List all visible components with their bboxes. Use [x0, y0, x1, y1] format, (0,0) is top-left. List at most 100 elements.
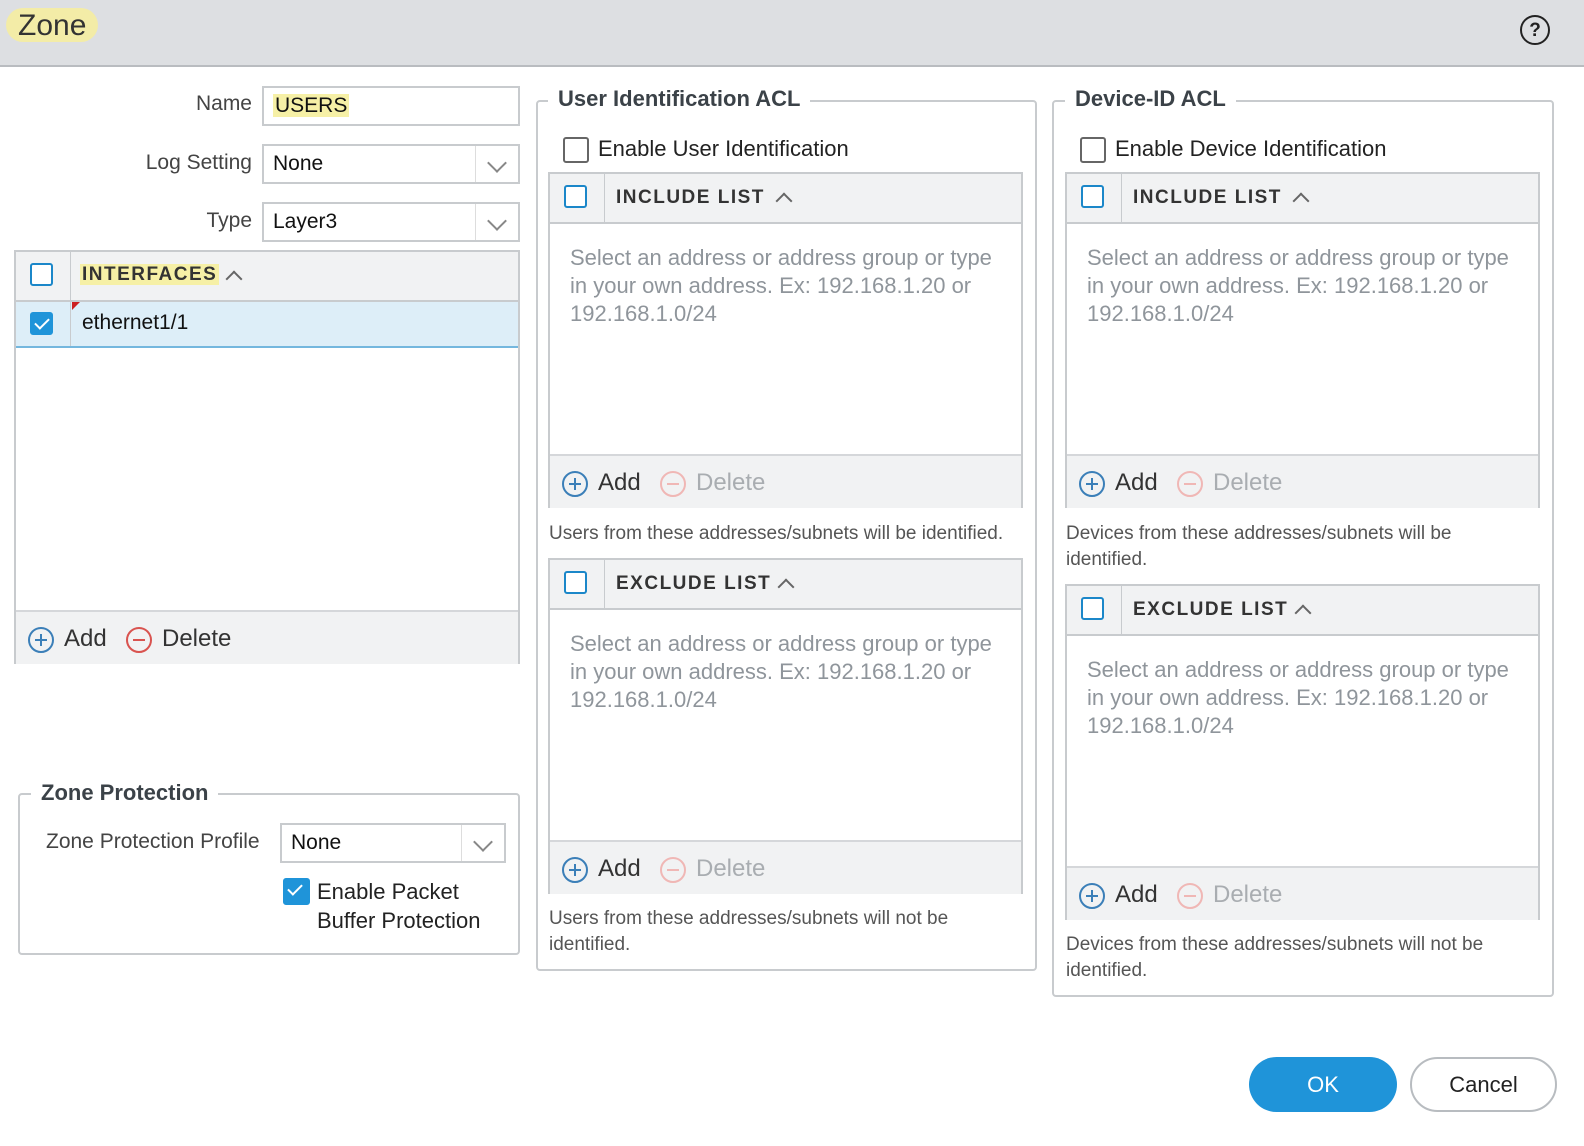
add-icon — [1079, 471, 1105, 497]
log-setting-value: None — [273, 152, 324, 175]
interfaces-grid: INTERFACES ethernet1/1 Add Delete — [14, 250, 520, 664]
select-all-checkbox[interactable] — [30, 263, 53, 286]
type-label: Type — [206, 209, 252, 232]
device-exclude-placeholder[interactable]: Select an address or address group or ty… — [1087, 656, 1509, 740]
row-checkbox[interactable] — [30, 312, 53, 335]
add-label: Add — [64, 625, 107, 652]
user-include-header: INCLUDE LIST — [550, 174, 1021, 224]
device-include-add-button[interactable]: Add — [1079, 469, 1159, 497]
log-setting-label: Log Setting — [145, 151, 252, 174]
chevron-down-icon — [487, 153, 507, 173]
table-row[interactable]: ethernet1/1 — [16, 302, 518, 348]
user-include-add-button[interactable]: Add — [562, 469, 642, 497]
chevron-down-icon — [487, 211, 507, 231]
zone-protection-legend: Zone Protection — [31, 780, 219, 806]
zone-protection-profile-select[interactable]: None — [280, 823, 506, 863]
interface-name: ethernet1/1 — [82, 311, 189, 334]
cancel-button[interactable]: Cancel — [1410, 1057, 1557, 1112]
error-marker-icon — [72, 302, 80, 310]
help-icon[interactable]: ? — [1520, 15, 1550, 45]
device-exclude-note: Devices from these addresses/subnets wil… — [1066, 934, 1484, 981]
type-select[interactable]: Layer3 — [262, 202, 520, 242]
user-exclude-column-header[interactable]: EXCLUDE LIST — [616, 573, 771, 595]
ok-button[interactable]: OK — [1249, 1057, 1397, 1112]
device-include-column-header[interactable]: INCLUDE LIST — [1133, 187, 1282, 209]
zone-protection-profile-value: None — [291, 831, 342, 854]
enable-user-id-checkbox[interactable] — [563, 137, 589, 163]
add-icon — [1079, 883, 1105, 909]
interfaces-grid-header: INTERFACES — [16, 252, 518, 302]
interfaces-grid-footer: Add Delete — [16, 610, 518, 664]
delete-label: Delete — [1213, 881, 1283, 908]
packet-buffer-checkbox[interactable] — [283, 878, 310, 905]
user-include-select-all-checkbox[interactable] — [564, 185, 587, 208]
enable-device-id-checkbox[interactable] — [1080, 137, 1106, 163]
device-include-select-all-checkbox[interactable] — [1081, 185, 1104, 208]
delete-icon — [660, 857, 686, 883]
user-include-note: Users from these addresses/subnets will … — [549, 523, 1004, 544]
delete-button[interactable]: Delete — [126, 625, 246, 653]
user-include-delete-button[interactable]: Delete — [660, 469, 780, 497]
user-exclude-footer: Add Delete — [550, 840, 1021, 894]
sort-up-icon[interactable] — [1292, 192, 1310, 210]
device-include-note: Devices from these addresses/subnets wil… — [1066, 523, 1452, 570]
user-exclude-grid: EXCLUDE LIST Select an address or addres… — [548, 558, 1023, 894]
device-exclude-footer: Add Delete — [1067, 866, 1538, 920]
device-include-footer: Add Delete — [1067, 454, 1538, 508]
add-label: Add — [598, 855, 641, 882]
name-label: Name — [195, 92, 252, 115]
add-icon — [562, 857, 588, 883]
delete-icon — [660, 471, 686, 497]
enable-user-id-label: Enable User Identification — [598, 136, 849, 161]
add-label: Add — [1115, 881, 1158, 908]
user-exclude-header: EXCLUDE LIST — [550, 560, 1021, 610]
user-exclude-add-button[interactable]: Add — [562, 855, 642, 883]
device-exclude-header: EXCLUDE LIST — [1067, 586, 1538, 636]
device-include-header: INCLUDE LIST — [1067, 174, 1538, 224]
chevron-down-icon — [473, 832, 493, 852]
add-label: Add — [598, 469, 641, 496]
delete-label: Delete — [1213, 469, 1283, 496]
interfaces-column-header[interactable]: INTERFACES — [80, 264, 220, 286]
delete-label: Delete — [162, 625, 232, 652]
sort-up-icon[interactable] — [775, 192, 793, 210]
add-icon — [28, 627, 54, 653]
zone-protection-profile-label: Zone Protection Profile — [46, 830, 260, 853]
sort-up-icon[interactable] — [777, 578, 795, 596]
device-exclude-select-all-checkbox[interactable] — [1081, 597, 1104, 620]
add-label: Add — [1115, 469, 1158, 496]
device-include-grid: INCLUDE LIST Select an address or addres… — [1065, 172, 1540, 508]
device-exclude-delete-button[interactable]: Delete — [1177, 881, 1297, 909]
sort-up-icon[interactable] — [225, 270, 243, 288]
type-value: Layer3 — [273, 210, 338, 233]
delete-label: Delete — [696, 855, 766, 882]
device-exclude-add-button[interactable]: Add — [1079, 881, 1159, 909]
sort-up-icon[interactable] — [1294, 604, 1312, 622]
device-include-delete-button[interactable]: Delete — [1177, 469, 1297, 497]
user-exclude-delete-button[interactable]: Delete — [660, 855, 780, 883]
name-value: USERS — [273, 94, 350, 117]
device-include-placeholder[interactable]: Select an address or address group or ty… — [1087, 244, 1509, 328]
user-include-footer: Add Delete — [550, 454, 1021, 508]
delete-icon — [1177, 883, 1203, 909]
user-exclude-note: Users from these addresses/subnets will … — [549, 908, 949, 955]
enable-device-id-label: Enable Device Identification — [1115, 136, 1387, 161]
device-exclude-grid: EXCLUDE LIST Select an address or addres… — [1065, 584, 1540, 920]
packet-buffer-label: Enable Packet Buffer Protection — [317, 879, 481, 933]
user-include-placeholder[interactable]: Select an address or address group or ty… — [570, 244, 992, 328]
device-exclude-column-header[interactable]: EXCLUDE LIST — [1133, 599, 1288, 621]
user-include-grid: INCLUDE LIST Select an address or addres… — [548, 172, 1023, 508]
delete-icon — [126, 627, 152, 653]
user-exclude-placeholder[interactable]: Select an address or address group or ty… — [570, 630, 992, 714]
delete-icon — [1177, 471, 1203, 497]
name-field[interactable]: USERS — [262, 86, 520, 126]
dialog-header — [0, 0, 1584, 67]
add-icon — [562, 471, 588, 497]
dialog-title: Zone — [6, 8, 99, 42]
device-id-acl-legend: Device-ID ACL — [1065, 86, 1236, 112]
user-exclude-select-all-checkbox[interactable] — [564, 571, 587, 594]
log-setting-select[interactable]: None — [262, 144, 520, 184]
user-include-column-header[interactable]: INCLUDE LIST — [616, 187, 765, 209]
user-id-acl-legend: User Identification ACL — [548, 86, 811, 112]
delete-label: Delete — [696, 469, 766, 496]
